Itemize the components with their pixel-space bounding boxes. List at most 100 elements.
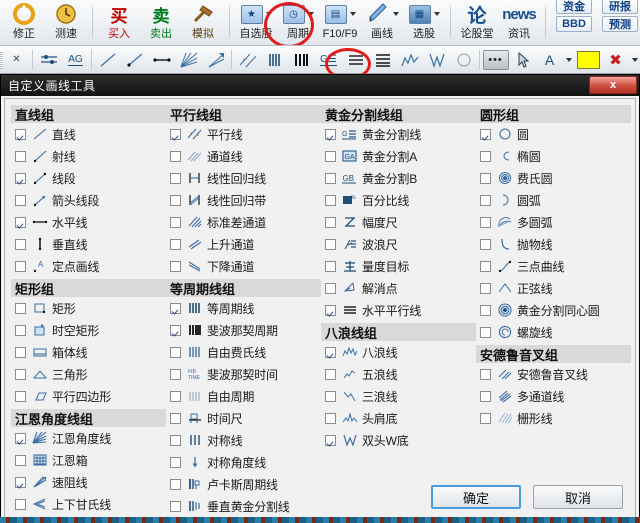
- close-toolbar-icon[interactable]: ✕: [3, 48, 30, 72]
- toolbar-button-screener-icon[interactable]: ▦ 选股: [403, 0, 445, 44]
- tool-checkbox[interactable]: [170, 324, 181, 336]
- toolbar-button-report-icon[interactable]: ▤ F10/F9: [319, 0, 361, 44]
- tool-item-rectangle-icon[interactable]: 矩形: [11, 297, 166, 319]
- tool-item-equal-cycle-icon[interactable]: 等周期线: [166, 297, 321, 319]
- tool-checkbox[interactable]: [15, 324, 26, 336]
- horizontal-line-icon[interactable]: [148, 48, 175, 72]
- tool-checkbox[interactable]: [480, 216, 491, 228]
- tool-item-spiral-icon[interactable]: 螺旋线: [476, 321, 631, 343]
- tool-checkbox[interactable]: [15, 150, 26, 162]
- tool-item-multi-channel-icon[interactable]: 多通道线: [476, 385, 631, 407]
- color-swatch[interactable]: [575, 48, 602, 72]
- select-cursor-icon[interactable]: [509, 48, 536, 72]
- ok-button[interactable]: 确定: [431, 485, 521, 509]
- tool-checkbox[interactable]: [325, 194, 336, 206]
- tool-item-golden-a-icon[interactable]: GA 黄金分割A: [321, 145, 476, 167]
- tool-checkbox[interactable]: [325, 390, 336, 402]
- tool-item-five-wave-icon[interactable]: 五浪线: [321, 363, 476, 385]
- tool-checkbox[interactable]: [15, 194, 26, 206]
- speed-resist-icon[interactable]: [202, 48, 229, 72]
- toolbar-button-fund-bbd-icon[interactable]: 资金 BBD: [551, 0, 597, 44]
- adjust-icon[interactable]: [35, 48, 62, 72]
- tool-checkbox[interactable]: [15, 260, 26, 272]
- percent-line-icon[interactable]: [369, 48, 396, 72]
- tool-checkbox[interactable]: [480, 172, 491, 184]
- tool-item-gann-fan-icon[interactable]: 江恩角度线: [11, 427, 166, 449]
- tool-item-parallelogram-icon[interactable]: 平行四边形: [11, 385, 166, 407]
- tool-item-multi-arc-icon[interactable]: 多圆弧: [476, 211, 631, 233]
- tool-item-free-cycle-icon[interactable]: 自由周期: [166, 385, 321, 407]
- tool-checkbox[interactable]: [325, 434, 336, 446]
- toolbar-button-research-forecast-icon[interactable]: 研报 预测: [597, 0, 640, 44]
- tool-item-linear-regression-icon[interactable]: 线性回归线: [166, 167, 321, 189]
- chevron-down-icon[interactable]: [563, 48, 575, 72]
- tool-item-three-wave-icon[interactable]: 三浪线: [321, 385, 476, 407]
- tool-item-percent-line-icon[interactable]: % 百分比线: [321, 189, 476, 211]
- tool-checkbox[interactable]: [325, 216, 336, 228]
- tool-checkbox[interactable]: [170, 302, 181, 314]
- tool-item-andrews-pitchfork-icon[interactable]: 安德鲁音叉线: [476, 363, 631, 385]
- tool-item-circle-icon[interactable]: 圆: [476, 123, 631, 145]
- tool-item-three-point-curve-icon[interactable]: 三点曲线: [476, 255, 631, 277]
- tool-checkbox[interactable]: [325, 346, 336, 358]
- toolbar-button-sell-icon[interactable]: 卖卖出: [140, 0, 182, 44]
- tool-checkbox[interactable]: [15, 368, 26, 380]
- gann-fan-icon[interactable]: [175, 48, 202, 72]
- tool-checkbox[interactable]: [170, 368, 181, 380]
- straight-line-icon[interactable]: [94, 48, 121, 72]
- tool-item-line-icon[interactable]: 直线: [11, 123, 166, 145]
- tool-checkbox[interactable]: [15, 454, 26, 466]
- tool-checkbox[interactable]: [325, 238, 336, 250]
- tool-item-w-bottom-icon[interactable]: 双头W底: [321, 429, 476, 451]
- text-icon[interactable]: A: [536, 48, 563, 72]
- tool-checkbox[interactable]: [480, 194, 491, 206]
- tool-item-box-line-icon[interactable]: 箱体线: [11, 341, 166, 363]
- toolbar-button-pencil-icon[interactable]: 画线: [361, 0, 403, 44]
- tool-checkbox[interactable]: [170, 238, 181, 250]
- tool-checkbox[interactable]: [325, 282, 336, 294]
- tool-checkbox[interactable]: [480, 260, 491, 272]
- cancel-button[interactable]: 取消: [533, 485, 623, 509]
- delete-icon[interactable]: ✖: [602, 48, 629, 72]
- tool-checkbox[interactable]: [480, 304, 491, 316]
- chevron-down-icon[interactable]: [265, 12, 272, 16]
- golden-section-icon[interactable]: G☰: [315, 48, 342, 72]
- tool-checkbox[interactable]: [15, 302, 26, 314]
- tool-checkbox[interactable]: [325, 128, 336, 140]
- tool-item-stddev-channel-icon[interactable]: 标准差通道: [166, 211, 321, 233]
- tool-item-fibonacci-circle-icon[interactable]: 费氏圆: [476, 167, 631, 189]
- tool-item-up-channel-icon[interactable]: 上升通道: [166, 233, 321, 255]
- horizontal-parallel-icon[interactable]: [342, 48, 369, 72]
- tool-checkbox[interactable]: [170, 346, 181, 358]
- tool-checkbox[interactable]: [480, 238, 491, 250]
- toolbar-button-undo-circle-icon[interactable]: 修正: [3, 0, 45, 44]
- tool-checkbox[interactable]: [325, 304, 336, 316]
- tool-item-down-channel-icon[interactable]: 下降通道: [166, 255, 321, 277]
- chevron-down-icon[interactable]: [307, 12, 314, 16]
- parallel-line-icon[interactable]: [234, 48, 261, 72]
- tool-item-parallel-line-icon[interactable]: 平行线: [166, 123, 321, 145]
- chevron-down-icon[interactable]: [392, 12, 399, 16]
- tool-checkbox[interactable]: [480, 412, 491, 424]
- tool-checkbox[interactable]: [325, 260, 336, 272]
- tool-checkbox[interactable]: [15, 128, 26, 140]
- toolbar-button-hammer-icon[interactable]: 模拟: [182, 0, 224, 44]
- tool-checkbox[interactable]: [15, 432, 26, 444]
- tool-checkbox[interactable]: [15, 346, 26, 358]
- tool-checkbox[interactable]: [15, 172, 26, 184]
- tool-checkbox[interactable]: [170, 194, 181, 206]
- tool-item-resolve-point-icon[interactable]: 解消点: [321, 277, 476, 299]
- tool-item-sine-line-icon[interactable]: 正弦线: [476, 277, 631, 299]
- tool-item-horizontal-line-icon[interactable]: 水平线: [11, 211, 166, 233]
- tool-item-measure-target-icon[interactable]: 量度目标: [321, 255, 476, 277]
- tool-item-gann-box-icon[interactable]: 江恩箱: [11, 449, 166, 471]
- tool-item-arrow-segment-icon[interactable]: 箭头线段: [11, 189, 166, 211]
- ag-icon[interactable]: AG: [62, 48, 89, 72]
- tool-checkbox[interactable]: [15, 238, 26, 250]
- chevron-down-icon[interactable]: [629, 48, 640, 72]
- tool-item-triangle-icon[interactable]: 三角形: [11, 363, 166, 385]
- tool-checkbox[interactable]: [170, 412, 181, 424]
- toolbar-button-news-icon[interactable]: news 资讯: [498, 0, 540, 44]
- chevron-down-icon[interactable]: [349, 12, 356, 16]
- chevron-down-icon[interactable]: [433, 12, 440, 16]
